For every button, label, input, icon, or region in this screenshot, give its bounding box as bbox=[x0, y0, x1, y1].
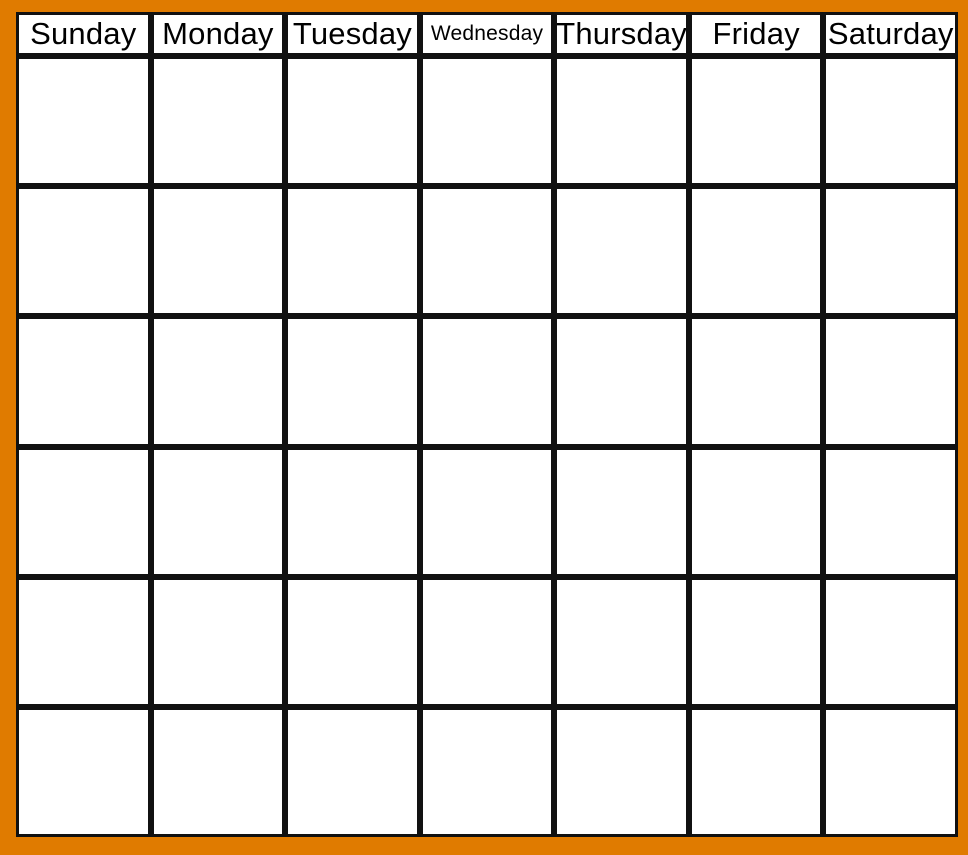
date-cell[interactable] bbox=[419, 186, 555, 317]
date-cell[interactable] bbox=[150, 186, 286, 317]
date-cell[interactable] bbox=[823, 576, 959, 707]
day-header-label-friday: Friday bbox=[712, 15, 800, 51]
date-cell[interactable] bbox=[150, 576, 286, 707]
date-cell[interactable] bbox=[150, 56, 286, 187]
date-cell[interactable] bbox=[16, 56, 151, 187]
date-cell[interactable] bbox=[688, 576, 824, 707]
date-cell[interactable] bbox=[419, 576, 555, 707]
date-cell[interactable] bbox=[823, 56, 959, 187]
date-cell[interactable] bbox=[554, 446, 689, 577]
date-cell[interactable] bbox=[150, 446, 286, 577]
day-header-cell-saturday: Saturday bbox=[823, 12, 959, 56]
calendar-week-row bbox=[16, 706, 959, 838]
calendar-header-row: Sunday Monday Tuesday Wednesday Thursday… bbox=[16, 12, 959, 56]
day-header-label-tuesday: Tuesday bbox=[292, 15, 413, 51]
date-cell[interactable] bbox=[554, 186, 689, 317]
calendar-outer-frame: Sunday Monday Tuesday Wednesday Thursday… bbox=[0, 0, 968, 855]
date-cell[interactable] bbox=[688, 316, 824, 447]
date-cell[interactable] bbox=[823, 446, 959, 577]
date-cell[interactable] bbox=[285, 316, 420, 447]
calendar-week-row bbox=[16, 186, 959, 317]
date-cell[interactable] bbox=[16, 186, 151, 317]
calendar-week-row bbox=[16, 56, 959, 187]
date-cell[interactable] bbox=[285, 576, 420, 707]
day-header-cell-wednesday: Wednesday bbox=[419, 12, 555, 56]
date-cell[interactable] bbox=[554, 316, 689, 447]
date-cell[interactable] bbox=[419, 706, 555, 838]
day-header-cell-thursday: Thursday bbox=[554, 12, 689, 56]
date-cell[interactable] bbox=[150, 706, 286, 838]
day-header-cell-friday: Friday bbox=[688, 12, 824, 56]
calendar-week-row bbox=[16, 576, 959, 707]
day-header-cell-monday: Monday bbox=[150, 12, 286, 56]
calendar-grid: Sunday Monday Tuesday Wednesday Thursday… bbox=[16, 12, 959, 838]
day-header-cell-sunday: Sunday bbox=[16, 12, 151, 56]
date-cell[interactable] bbox=[285, 446, 420, 577]
date-cell[interactable] bbox=[554, 706, 689, 838]
date-cell[interactable] bbox=[554, 576, 689, 707]
date-cell[interactable] bbox=[688, 446, 824, 577]
date-cell[interactable] bbox=[285, 186, 420, 317]
day-header-cell-tuesday: Tuesday bbox=[285, 12, 420, 56]
date-cell[interactable] bbox=[16, 446, 151, 577]
date-cell[interactable] bbox=[823, 316, 959, 447]
date-cell[interactable] bbox=[419, 316, 555, 447]
date-cell[interactable] bbox=[16, 316, 151, 447]
date-cell[interactable] bbox=[16, 706, 151, 838]
date-cell[interactable] bbox=[285, 56, 420, 187]
date-cell[interactable] bbox=[688, 186, 824, 317]
day-header-label-wednesday: Wednesday bbox=[430, 21, 544, 45]
calendar-week-row bbox=[16, 446, 959, 577]
date-cell[interactable] bbox=[823, 186, 959, 317]
date-cell[interactable] bbox=[16, 576, 151, 707]
date-cell[interactable] bbox=[150, 316, 286, 447]
date-cell[interactable] bbox=[285, 706, 420, 838]
date-cell[interactable] bbox=[823, 706, 959, 838]
date-cell[interactable] bbox=[419, 56, 555, 187]
date-cell[interactable] bbox=[688, 56, 824, 187]
day-header-label-saturday: Saturday bbox=[827, 15, 954, 51]
day-header-label-monday: Monday bbox=[162, 15, 274, 51]
day-header-label-sunday: Sunday bbox=[30, 15, 137, 51]
date-cell[interactable] bbox=[688, 706, 824, 838]
day-header-label-thursday: Thursday bbox=[556, 15, 688, 51]
date-cell[interactable] bbox=[554, 56, 689, 187]
date-cell[interactable] bbox=[419, 446, 555, 577]
calendar-week-row bbox=[16, 316, 959, 447]
